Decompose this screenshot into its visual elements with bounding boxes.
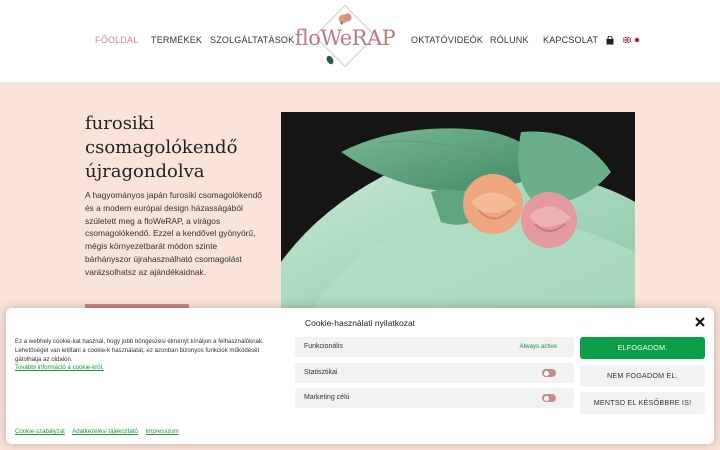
cookie-category-marketing[interactable]: Marketing célú xyxy=(295,388,574,408)
imprint-link[interactable]: Impresszum xyxy=(146,428,179,435)
shopping-bag-icon[interactable] xyxy=(606,36,614,45)
language-switcher[interactable] xyxy=(623,37,640,43)
leaf-icon xyxy=(326,55,334,65)
nav-item-termekek[interactable]: TERMÉKEK xyxy=(151,35,202,45)
cookie-description: Ez a webhely cookie-kat használ, hogy jo… xyxy=(15,338,264,363)
hero-text: A hagyományos japán furosiki csomagolóke… xyxy=(85,190,262,277)
marketing-toggle[interactable] xyxy=(542,394,556,402)
cookie-category-functional[interactable]: Funkcionális Always active xyxy=(295,337,574,357)
cookie-consent-banner: Cookie-használati nyilatkozat Ez a webhe… xyxy=(6,308,714,444)
rose-icon xyxy=(338,13,352,25)
hero-title: furosiki csomagolókendő újragondolva xyxy=(85,113,238,182)
nav-item-oktatovideok[interactable]: OKTATÓVIDEÓK xyxy=(411,35,483,45)
statistics-toggle[interactable] xyxy=(542,369,556,377)
category-status: Always active xyxy=(519,343,557,350)
nav-item-kapcsolat[interactable]: KAPCSOLAT xyxy=(543,35,598,45)
cookie-footer-links: Cookie-szabályzat Adatkezelési tájékozta… xyxy=(15,428,185,435)
nav-item-fooldal[interactable]: FŐOLDAL xyxy=(95,35,138,45)
deny-button[interactable]: NEM FOGADOM EL. xyxy=(580,365,705,387)
category-label: Statisztikai xyxy=(304,369,338,376)
hero-image-furoshiki xyxy=(281,112,635,312)
site-header: FŐOLDAL TERMÉKEK SZOLGÁLTATÁSOK floWeRAP… xyxy=(0,0,720,82)
cookie-title: Cookie-használati nyilatkozat xyxy=(304,318,416,328)
privacy-notice-link[interactable]: Adatkezelési tájékoztató xyxy=(72,428,138,435)
logo-text: floWeRAP xyxy=(294,26,396,50)
accept-button[interactable]: ELFOGADOM. xyxy=(580,337,705,359)
uk-flag-icon[interactable] xyxy=(623,37,631,43)
cookie-category-statistics[interactable]: Statisztikai xyxy=(295,363,574,383)
site-logo[interactable]: floWeRAP xyxy=(293,4,397,72)
nav-item-rolunk[interactable]: RÓLUNK xyxy=(490,35,529,45)
cookie-more-info-link[interactable]: További információ a cookie-król. xyxy=(15,364,104,371)
category-label: Marketing célú xyxy=(304,394,350,401)
cookie-policy-link[interactable]: Cookie-szabályzat xyxy=(15,428,65,435)
close-icon[interactable] xyxy=(694,316,706,328)
nav-item-szolgaltatasok[interactable]: SZOLGÁLTATÁSOK xyxy=(210,35,294,45)
save-preferences-button[interactable]: MENTSD EL KÉSŐBBRE IS! xyxy=(580,392,705,414)
category-label: Funkcionális xyxy=(304,343,343,350)
japan-flag-icon[interactable] xyxy=(634,37,640,43)
